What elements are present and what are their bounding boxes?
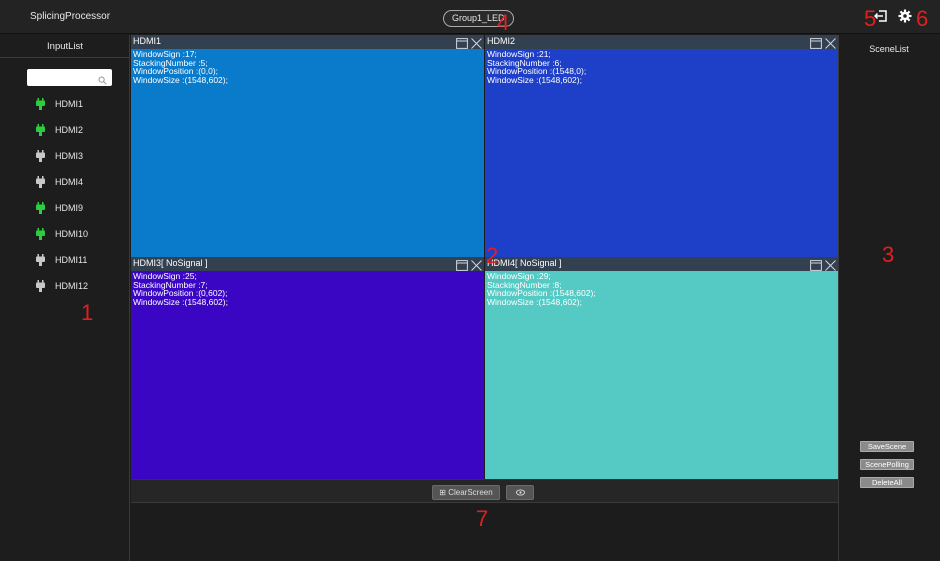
plug-icon <box>36 279 45 297</box>
window-title: HDMI2 <box>487 36 516 46</box>
window-body[interactable]: WindowSign :17; StackingNumber :5; Windo… <box>131 49 484 257</box>
window-info: WindowSign :17; StackingNumber :5; Windo… <box>133 50 228 84</box>
delete-all-button[interactable]: DeleteAll <box>860 477 914 488</box>
plug-icon <box>36 201 45 219</box>
input-item[interactable]: HDMI4 <box>0 169 130 195</box>
plug-icon <box>36 123 45 141</box>
window-title: HDMI3[ NoSignal ] <box>133 258 208 268</box>
app-root: SplicingProcessor Group1_LED InputList H… <box>0 0 940 561</box>
search-box <box>27 69 112 86</box>
input-item[interactable]: HDMI12 <box>0 273 130 299</box>
annotation-marker: 5 <box>864 6 877 31</box>
window-hdmi2[interactable]: HDMI2 WindowSign :21; StackingNumber :6;… <box>485 35 838 257</box>
window-titlebar[interactable]: HDMI4[ NoSignal ] <box>485 257 838 271</box>
window-info: WindowSign :25; StackingNumber :7; Windo… <box>133 272 228 306</box>
scene-list-title: SceneList <box>869 44 909 54</box>
window-titlebar[interactable]: HDMI1 <box>131 35 484 49</box>
window-hdmi4[interactable]: HDMI4[ NoSignal ] WindowSign :29; Stacki… <box>485 257 838 479</box>
divider <box>0 57 130 58</box>
input-item[interactable]: HDMI2 <box>0 117 130 143</box>
input-label: HDMI9 <box>55 203 84 213</box>
input-item[interactable]: HDMI3 <box>0 143 130 169</box>
plug-icon <box>36 227 45 245</box>
window-size: WindowSize :(1548,602); <box>133 74 228 85</box>
window-size: WindowSize :(1548,602); <box>487 74 582 85</box>
top-icons <box>874 9 912 23</box>
window-body[interactable]: WindowSign :29; StackingNumber :8; Windo… <box>485 271 838 479</box>
input-item[interactable]: HDMI10 <box>0 221 130 247</box>
input-label: HDMI3 <box>55 151 84 161</box>
input-item[interactable]: HDMI1 <box>0 91 130 117</box>
window-hdmi1[interactable]: HDMI1 WindowSign :17; StackingNumber :5;… <box>131 35 484 257</box>
top-bar: SplicingProcessor Group1_LED <box>0 0 940 34</box>
scene-polling-button[interactable]: ScenePolling <box>860 459 914 470</box>
window-info: WindowSign :29; StackingNumber :8; Windo… <box>487 272 596 306</box>
annotation-marker: 4 <box>497 10 510 35</box>
window-size: WindowSize :(1548,602); <box>487 296 582 307</box>
window-title: HDMI1 <box>133 36 162 46</box>
preview-button[interactable] <box>506 485 534 500</box>
input-label: HDMI1 <box>55 99 84 109</box>
input-label: HDMI2 <box>55 125 84 135</box>
annotation-marker: 6 <box>916 6 929 31</box>
input-list-title: InputList <box>47 41 83 52</box>
save-scene-button[interactable]: SaveScene <box>860 441 914 452</box>
input-label: HDMI12 <box>55 281 89 291</box>
input-label: HDMI10 <box>55 229 89 239</box>
splicing-canvas[interactable]: HDMI1 WindowSign :17; StackingNumber :5;… <box>131 35 838 561</box>
gear-icon[interactable] <box>898 9 912 23</box>
window-size: WindowSize :(1548,602); <box>133 296 228 307</box>
input-item[interactable]: HDMI11 <box>0 247 130 273</box>
plug-icon <box>36 149 45 167</box>
plug-icon <box>36 175 45 193</box>
window-body[interactable]: WindowSign :25; StackingNumber :7; Windo… <box>131 271 484 479</box>
input-list-panel: InputList HDMI1 HDMI2 HDMI3 HDMI4 HDMI9 … <box>0 35 130 561</box>
input-list: HDMI1 HDMI2 HDMI3 HDMI4 HDMI9 HDMI10 HDM… <box>0 91 130 299</box>
annotation-marker: 1 <box>81 300 94 325</box>
input-item[interactable]: HDMI9 <box>0 195 130 221</box>
annotation-marker: 3 <box>882 242 895 267</box>
canvas-toolbar: ⊞ ClearScreen <box>131 479 838 503</box>
window-info: WindowSign :21; StackingNumber :6; Windo… <box>487 50 586 84</box>
annotation-marker: 2 <box>486 243 499 268</box>
clear-screen-button[interactable]: ⊞ ClearScreen <box>432 485 500 500</box>
scene-list-panel: SceneList SaveScene ScenePolling DeleteA… <box>838 35 940 561</box>
plug-icon <box>36 97 45 115</box>
annotation-marker: 7 <box>476 506 489 531</box>
window-body[interactable]: WindowSign :21; StackingNumber :6; Windo… <box>485 49 838 257</box>
input-label: HDMI4 <box>55 177 84 187</box>
input-label: HDMI11 <box>55 255 88 265</box>
window-titlebar[interactable]: HDMI3[ NoSignal ] <box>131 257 484 271</box>
search-input[interactable] <box>30 71 92 83</box>
window-hdmi3[interactable]: HDMI3[ NoSignal ] WindowSign :25; Stacki… <box>131 257 484 479</box>
search-icon[interactable] <box>98 72 107 90</box>
window-titlebar[interactable]: HDMI2 <box>485 35 838 49</box>
plug-icon <box>36 253 45 271</box>
app-title: SplicingProcessor <box>30 11 111 22</box>
